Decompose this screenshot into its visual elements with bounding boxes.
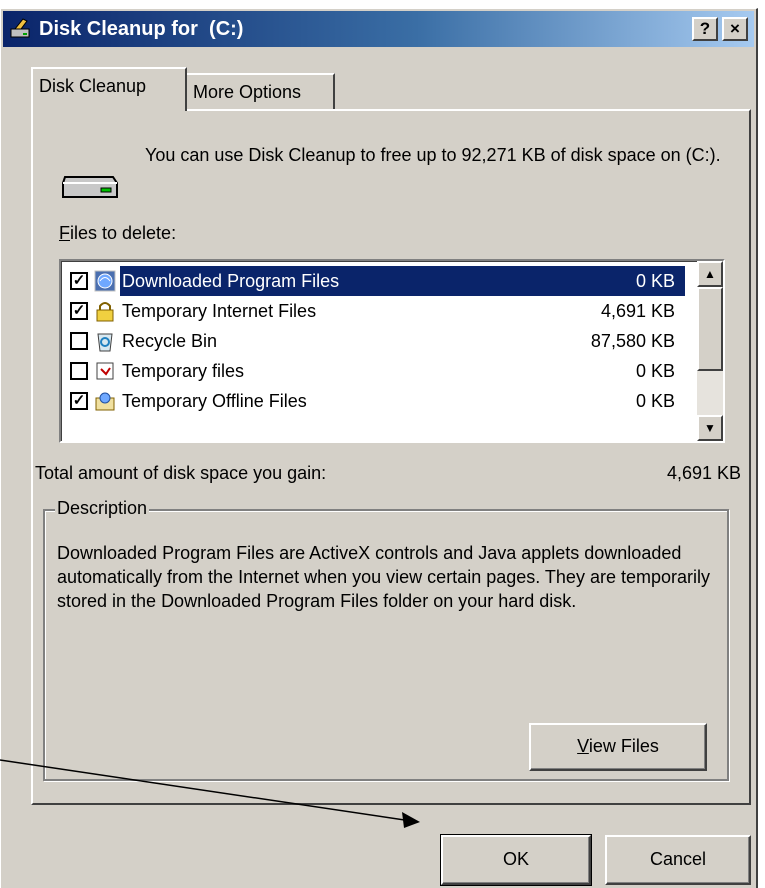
disk-cleanup-icon: [10, 18, 30, 38]
file-size: 87,580 KB: [590, 331, 675, 351]
ok-button[interactable]: OK: [440, 834, 592, 886]
description-group: Description Downloaded Program Files are…: [43, 498, 729, 781]
file-name: Temporary Offline Files: [122, 391, 307, 411]
tab-disk-cleanup[interactable]: Disk Cleanup: [31, 67, 187, 111]
offline-files-icon: [95, 392, 115, 411]
tab-panel: You can use Disk Cleanup to free up to 9…: [31, 109, 751, 805]
file-size: 0 KB: [635, 361, 675, 381]
recycle-bin-icon: [97, 333, 113, 352]
title-bar[interactable]: Disk Cleanup for (C:) ? ×: [3, 11, 754, 47]
checkbox[interactable]: ✓: [70, 272, 88, 290]
file-size: 4,691 KB: [600, 301, 675, 321]
window-title: Disk Cleanup for (C:): [39, 18, 244, 40]
list-item[interactable]: ✓ Temporary Offline Files 0 KB: [70, 386, 689, 416]
files-list[interactable]: ✓ Downloaded Program Files 0 KB ✓ Tempor…: [59, 259, 725, 443]
drive-icon: [62, 176, 118, 198]
intro-text: You can use Disk Cleanup to free up to 9…: [145, 145, 721, 165]
close-button[interactable]: ×: [722, 17, 748, 41]
help-button[interactable]: ?: [692, 17, 718, 41]
total-space-value: 4,691 KB: [666, 463, 741, 483]
view-files-button[interactable]: View Files: [529, 723, 707, 771]
disk-cleanup-window: Disk Cleanup for (C:) ? × Disk Cleanup M…: [0, 8, 758, 888]
file-size: 0 KB: [635, 271, 675, 291]
scroll-down-arrow-icon[interactable]: ▼: [697, 415, 723, 441]
scroll-thumb[interactable]: [697, 287, 723, 371]
file-size: 0 KB: [635, 391, 675, 411]
cancel-button[interactable]: Cancel: [605, 835, 751, 885]
temp-file-icon: [96, 362, 114, 380]
list-item[interactable]: ✓ Temporary Internet Files 4,691 KB: [70, 296, 689, 326]
description-text: Downloaded Program Files are ActiveX con…: [57, 543, 710, 611]
file-name: Temporary Internet Files: [122, 301, 317, 321]
checkbox[interactable]: [70, 332, 88, 350]
list-scrollbar[interactable]: ▲ ▼: [697, 261, 723, 441]
checkbox[interactable]: ✓: [70, 302, 88, 320]
lock-icon: [96, 302, 114, 322]
total-space-label: Total amount of disk space you gain:: [35, 463, 327, 483]
description-title: Description: [55, 498, 150, 519]
files-to-delete-label: Files to delete:: [59, 223, 177, 243]
list-item[interactable]: Temporary files 0 KB: [70, 356, 689, 386]
checkbox[interactable]: ✓: [70, 392, 88, 410]
checkbox[interactable]: [70, 362, 88, 380]
tab-more-options[interactable]: More Options: [187, 73, 335, 111]
globe-icon: [94, 270, 116, 292]
list-item[interactable]: Recycle Bin 87,580 KB: [70, 326, 689, 356]
file-name: Recycle Bin: [122, 331, 218, 351]
scroll-up-arrow-icon[interactable]: ▲: [697, 261, 723, 287]
file-name: Temporary files: [122, 361, 245, 381]
file-name: Downloaded Program Files: [120, 266, 685, 296]
list-item[interactable]: ✓ Downloaded Program Files 0 KB: [70, 266, 689, 296]
